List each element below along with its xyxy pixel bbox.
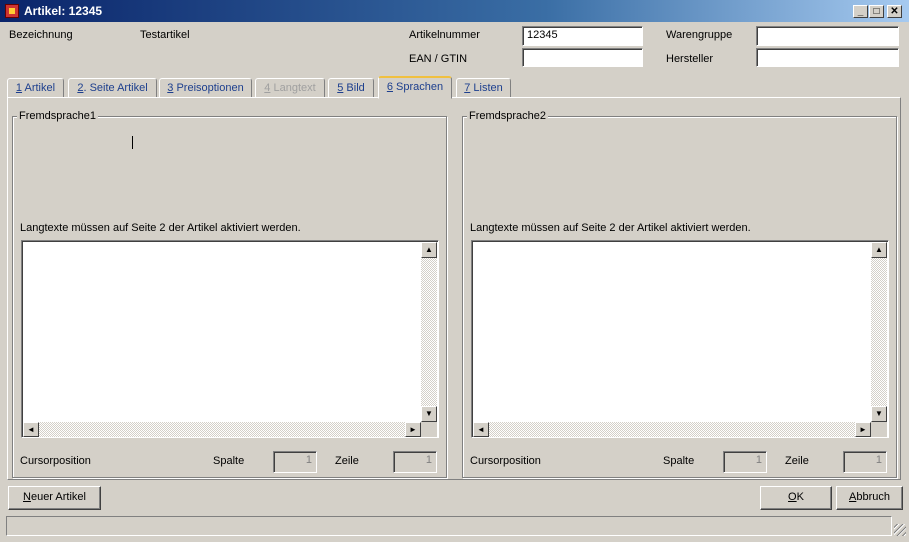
tab-artikel[interactable]: 1 Artikel — [7, 78, 64, 98]
resize-grip-icon[interactable] — [894, 524, 906, 536]
fremdsprache2-textarea[interactable] — [471, 240, 889, 438]
scroll-right-icon[interactable]: ► — [855, 422, 871, 437]
hersteller-field[interactable] — [756, 48, 899, 67]
fremdsprache2-note: Langtexte müssen auf Seite 2 der Artikel… — [470, 222, 751, 234]
fremdsprache1-cursor-label: Cursorposition — [20, 455, 91, 467]
tab-seite-artikel-label: . Seite Artikel — [83, 82, 148, 94]
fremdsprache2-hscrollbar[interactable] — [473, 422, 871, 437]
ean-label: EAN / GTIN — [409, 53, 468, 65]
fremdsprache1-hscrollbar[interactable] — [23, 422, 421, 437]
scroll-right-icon[interactable]: ► — [405, 422, 421, 437]
scroll-up-icon[interactable]: ▲ — [871, 242, 887, 258]
fremdsprache1-textarea[interactable] — [21, 240, 439, 438]
tab-sprachen[interactable]: 6 Sprachen — [378, 76, 452, 99]
fremdsprache1-note: Langtexte müssen auf Seite 2 der Artikel… — [20, 222, 301, 234]
title-bar[interactable]: Artikel: 12345 _ □ ✕ — [0, 0, 909, 22]
size-grip — [421, 422, 437, 437]
artikelnummer-label: Artikelnummer — [409, 29, 480, 41]
maximize-button[interactable]: □ — [869, 5, 884, 18]
tab-bild-label: Bild — [343, 82, 365, 94]
tab-listen-label: Listen — [470, 82, 503, 94]
fremdsprache1-vscrollbar[interactable] — [421, 242, 437, 422]
cancel-button[interactable]: Abbruch — [836, 486, 903, 510]
fremdsprache1-zeile-field: 1 — [393, 451, 437, 473]
text-cursor — [132, 136, 133, 149]
close-button[interactable]: ✕ — [887, 5, 902, 18]
bezeichnung-label: Bezeichnung — [9, 29, 73, 41]
tab-langtext-label: Langtext — [270, 82, 316, 94]
scroll-left-icon[interactable]: ◄ — [23, 422, 39, 437]
bezeichnung-value: Testartikel — [140, 29, 190, 41]
new-article-key: N — [23, 491, 31, 503]
fremdsprache1-spalte-field: 1 — [273, 451, 317, 473]
fremdsprache2-zeile-label: Zeile — [785, 455, 809, 467]
new-article-button[interactable]: Neuer Artikel — [8, 486, 101, 510]
window-title: Artikel: 12345 — [24, 4, 103, 18]
ok-key: O — [788, 491, 797, 503]
minimize-button[interactable]: _ — [853, 5, 868, 18]
tab-preisoptionen[interactable]: 3 Preisoptionen — [159, 78, 252, 98]
fremdsprache2-spalte-label: Spalte — [663, 455, 695, 467]
scroll-down-icon[interactable]: ▼ — [871, 406, 887, 422]
warengruppe-field[interactable] — [756, 26, 899, 46]
ok-label: K — [796, 491, 804, 503]
fremdsprache2-spalte-field: 1 — [723, 451, 767, 473]
tab-preisoptionen-label: Preisoptionen — [173, 82, 244, 94]
ean-field[interactable] — [522, 48, 643, 67]
ok-button[interactable]: OK — [760, 486, 832, 510]
scroll-up-icon[interactable]: ▲ — [421, 242, 437, 258]
size-grip — [871, 422, 887, 437]
fremdsprache2-vscrollbar[interactable] — [871, 242, 887, 422]
fremdsprache1-title: Fremdsprache1 — [17, 110, 99, 122]
cancel-label: bbruch — [856, 491, 890, 503]
hersteller-label: Hersteller — [666, 53, 714, 65]
tab-seite-artikel[interactable]: 2. Seite Artikel — [68, 78, 157, 98]
status-bar — [6, 516, 892, 536]
tab-langtext[interactable]: 4 Langtext — [255, 78, 325, 98]
fremdsprache2-cursor-label: Cursorposition — [470, 455, 541, 467]
fremdsprache1-zeile-label: Zeile — [335, 455, 359, 467]
artikelnummer-field[interactable]: 12345 — [522, 26, 643, 46]
scroll-down-icon[interactable]: ▼ — [421, 406, 437, 422]
tab-listen[interactable]: 7 Listen — [456, 78, 511, 98]
scroll-left-icon[interactable]: ◄ — [473, 422, 489, 437]
app-icon — [5, 4, 19, 18]
tab-sprachen-label: Sprachen — [392, 81, 444, 93]
tab-bild[interactable]: 5 Bild — [328, 78, 374, 98]
warengruppe-label: Warengruppe — [666, 29, 733, 41]
fremdsprache1-spalte-label: Spalte — [213, 455, 245, 467]
new-article-label: euer Artikel — [30, 491, 86, 503]
tab-artikel-label: Artikel — [22, 82, 56, 94]
fremdsprache2-title: Fremdsprache2 — [467, 110, 549, 122]
fremdsprache2-zeile-field: 1 — [843, 451, 887, 473]
